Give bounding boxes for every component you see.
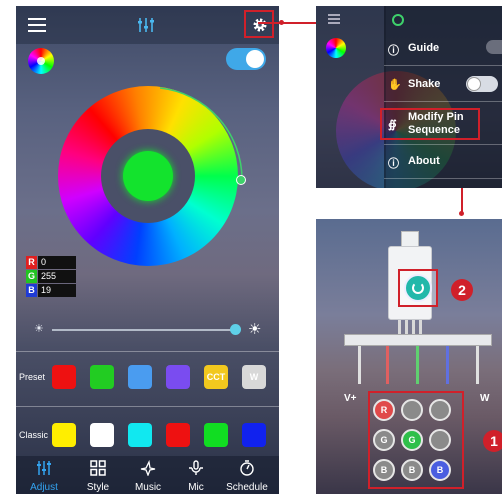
connector-dot <box>459 211 464 216</box>
guide-toggle[interactable] <box>486 40 502 54</box>
brightness-low-icon: ☀ <box>34 323 44 335</box>
settings-menu-screen: ⓘ Guide ✋ Shake ∯ Modify Pin Sequence ⓘ … <box>316 6 502 188</box>
wire-red <box>386 346 389 384</box>
sliders-icon <box>37 461 51 475</box>
color-mode-icon[interactable] <box>28 48 54 74</box>
help-icon: ⓘ <box>388 45 399 57</box>
step-badge-1: 1 <box>483 430 502 452</box>
nav-label: Style <box>86 482 110 493</box>
vplus-label: V+ <box>344 393 357 404</box>
music-icon <box>140 460 156 476</box>
menu-icon <box>328 14 340 24</box>
b-tag: B <box>26 284 37 297</box>
nav-label: Music <box>134 482 162 493</box>
classic-swatch[interactable] <box>166 423 190 447</box>
step-badge-2: 2 <box>451 279 473 301</box>
grid-icon <box>90 460 106 476</box>
controller-pins <box>396 320 424 334</box>
pin-button[interactable] <box>429 399 451 421</box>
nav-label: Adjust <box>30 482 58 493</box>
gear-icon[interactable] <box>252 17 268 33</box>
dim-overlay <box>316 6 386 188</box>
pin-button[interactable]: R <box>373 399 395 421</box>
nav-mic[interactable]: Mic <box>170 456 222 494</box>
pin-button[interactable] <box>401 399 423 421</box>
nav-schedule[interactable]: Schedule <box>221 456 273 494</box>
sliders-icon[interactable] <box>137 17 155 33</box>
wire-vplus <box>358 346 361 384</box>
menu-separator <box>384 144 502 145</box>
classic-swatch[interactable] <box>128 423 152 447</box>
classic-swatch[interactable] <box>242 423 266 447</box>
strip-connector <box>344 334 492 346</box>
pin-button[interactable]: B <box>401 459 423 481</box>
divider <box>16 406 279 407</box>
pin-button[interactable] <box>429 429 451 451</box>
pin-button[interactable]: G <box>401 429 423 451</box>
controller-button[interactable] <box>404 274 432 302</box>
menu-icon[interactable] <box>28 18 46 32</box>
classic-label: Classic <box>19 430 49 440</box>
nav-label: Schedule <box>226 482 268 493</box>
menu-item-about[interactable]: ⓘ About <box>384 155 502 175</box>
preset-swatch[interactable] <box>90 365 114 389</box>
brightness-slider[interactable] <box>52 329 238 331</box>
mic-icon <box>189 460 203 475</box>
preset-swatch[interactable] <box>166 365 190 389</box>
pin-button[interactable]: B <box>429 459 451 481</box>
nav-label: Mic <box>188 482 204 493</box>
pin-button[interactable]: B <box>373 459 395 481</box>
modify-pin-highlight-box <box>380 108 480 140</box>
wire-white <box>476 346 479 384</box>
timer-icon <box>240 460 254 476</box>
arc-handle[interactable] <box>236 175 246 185</box>
w-label: W <box>480 393 490 404</box>
wire-blue <box>446 346 449 384</box>
divider <box>16 351 279 352</box>
brightness-high-icon: ☀ <box>248 321 262 338</box>
connector-dot <box>279 20 284 25</box>
rgb-readout-g: G 255 <box>26 270 76 283</box>
classic-swatch[interactable] <box>52 423 76 447</box>
g-tag: G <box>26 270 37 283</box>
menu-separator <box>384 65 502 66</box>
shake-toggle[interactable] <box>466 76 498 92</box>
classic-swatch[interactable] <box>204 423 228 447</box>
r-tag: R <box>26 256 37 269</box>
preset-swatch[interactable] <box>128 365 152 389</box>
color-mode-icon <box>326 38 346 58</box>
menu-item-guide[interactable]: ⓘ Guide <box>384 42 502 62</box>
info-icon: ⓘ <box>388 158 399 170</box>
menu-separator <box>384 178 502 179</box>
menu-item-label: About <box>408 155 440 167</box>
nav-music[interactable]: Music <box>122 456 174 494</box>
pin-button[interactable]: G <box>373 429 395 451</box>
brightness-slider-handle[interactable] <box>230 324 241 335</box>
wire-green <box>416 346 419 384</box>
r-value: 0 <box>38 256 76 269</box>
menu-item-label: Shake <box>408 78 441 90</box>
preset-swatch[interactable]: CCT <box>204 365 228 389</box>
shake-icon: ✋ <box>388 79 402 91</box>
status-icon <box>392 14 404 26</box>
rgb-readout-b: B 19 <box>26 284 76 297</box>
brightness-arc[interactable] <box>52 80 252 280</box>
rgb-readout-r: R 0 <box>26 256 76 269</box>
bottom-nav: Adjust Style Music Mic Schedule <box>16 456 279 494</box>
nav-style[interactable]: Style <box>72 456 124 494</box>
preset-label: Preset <box>19 372 46 382</box>
preset-swatch[interactable] <box>52 365 76 389</box>
power-toggle[interactable] <box>226 48 266 70</box>
preset-swatch[interactable]: W <box>242 365 266 389</box>
nav-adjust[interactable]: Adjust <box>18 456 70 494</box>
main-phone-screen: R 0 G 255 B 19 ☀ ☀ Preset CCT W Classic A… <box>16 6 279 494</box>
menu-separator <box>384 101 502 102</box>
classic-swatch[interactable] <box>90 423 114 447</box>
connector-gear-to-menu <box>258 22 316 24</box>
g-value: 255 <box>38 270 76 283</box>
pin-sequence-screen: 2 V+ W RGGBBB 1 <box>316 219 502 494</box>
b-value: 19 <box>38 284 76 297</box>
menu-item-label: Guide <box>408 42 440 54</box>
